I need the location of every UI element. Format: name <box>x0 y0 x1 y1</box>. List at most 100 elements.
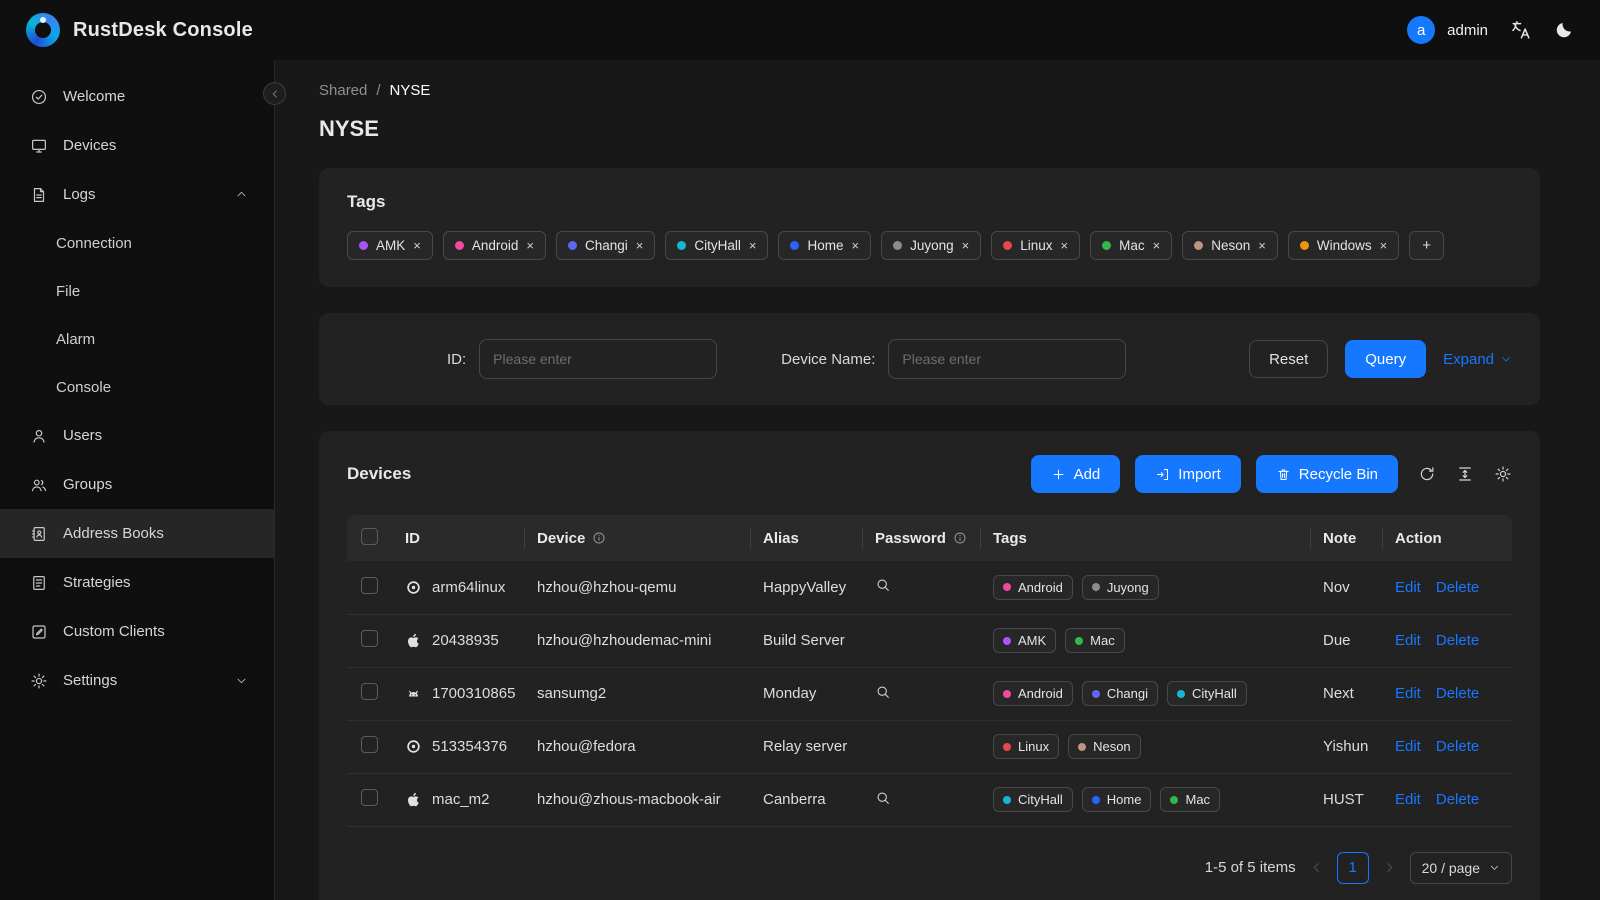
tag-chip-windows[interactable]: Windows × <box>1287 231 1400 260</box>
remove-tag-icon[interactable]: × <box>413 239 421 252</box>
remove-tag-icon[interactable]: × <box>636 239 644 252</box>
column-header-tags[interactable]: Tags <box>981 515 1311 561</box>
add-tag-button[interactable]: + <box>1409 231 1444 260</box>
tag-chip-android: Android <box>993 574 1073 600</box>
view-password-icon[interactable] <box>875 684 891 700</box>
edit-link[interactable]: Edit <box>1395 738 1421 755</box>
column-header-note[interactable]: Note <box>1311 515 1383 561</box>
sidebar-subitem-connection[interactable]: Connection <box>0 219 274 267</box>
settings-gear-icon[interactable] <box>1494 465 1512 483</box>
query-button[interactable]: Query <box>1345 340 1427 378</box>
breadcrumb-current: NYSE <box>389 82 431 99</box>
tag-chip-changi[interactable]: Changi × <box>556 231 656 260</box>
remove-tag-icon[interactable]: × <box>526 239 534 252</box>
delete-link[interactable]: Delete <box>1436 579 1479 596</box>
next-page-icon[interactable] <box>1383 861 1396 874</box>
devices-icon <box>30 137 48 155</box>
view-password-icon[interactable] <box>875 790 891 806</box>
add-device-button[interactable]: Add <box>1030 455 1121 493</box>
sidebar-item-label: Devices <box>63 137 117 154</box>
sidebar-subitem-console[interactable]: Console <box>0 363 274 411</box>
column-header-device[interactable]: Device <box>525 515 751 561</box>
plus-icon <box>1053 469 1063 479</box>
row-checkbox[interactable] <box>361 683 378 700</box>
tag-chip-cityhall[interactable]: CityHall × <box>665 231 769 260</box>
remove-tag-icon[interactable]: × <box>1380 239 1388 252</box>
devices-table: ID Device Alias Password Tags Note Actio… <box>347 515 1512 827</box>
column-header-password[interactable]: Password <box>863 515 981 561</box>
tag-chip-amk[interactable]: AMK × <box>347 231 433 260</box>
remove-tag-icon[interactable]: × <box>852 239 860 252</box>
remove-tag-icon[interactable]: × <box>1061 239 1069 252</box>
sidebar-collapse-button[interactable] <box>263 82 286 105</box>
device-note: Due <box>1311 614 1383 668</box>
import-button[interactable]: Import <box>1135 455 1241 493</box>
page-number[interactable]: 1 <box>1336 851 1369 884</box>
sidebar-item-groups[interactable]: Groups <box>0 460 274 509</box>
sidebar-item-users[interactable]: Users <box>0 411 274 460</box>
row-checkbox[interactable] <box>361 736 378 753</box>
linux-os-icon <box>405 579 422 596</box>
tag-chip-home[interactable]: Home × <box>778 231 872 260</box>
tag-chip-mac[interactable]: Mac × <box>1090 231 1173 260</box>
remove-tag-icon[interactable]: × <box>1153 239 1161 252</box>
tag-chip-linux[interactable]: Linux × <box>991 231 1081 260</box>
id-filter-label: ID: <box>447 350 467 368</box>
sidebar-item-strategies[interactable]: Strategies <box>0 558 274 607</box>
delete-link[interactable]: Delete <box>1436 738 1479 755</box>
breadcrumb-parent[interactable]: Shared <box>319 82 367 99</box>
view-password-icon[interactable] <box>875 577 891 593</box>
tag-color-dot <box>1091 689 1100 698</box>
remove-tag-icon[interactable]: × <box>749 239 757 252</box>
sidebar-item-custom-clients[interactable]: Custom Clients <box>0 607 274 656</box>
delete-link[interactable]: Delete <box>1436 685 1479 702</box>
import-icon <box>1157 468 1169 480</box>
reset-button[interactable]: Reset <box>1249 340 1329 378</box>
tag-chip-juyong[interactable]: Juyong × <box>881 231 982 260</box>
sidebar-item-address-books[interactable]: Address Books <box>0 509 274 558</box>
sidebar-item-settings[interactable]: Settings <box>0 656 274 705</box>
trash-icon <box>1278 469 1289 480</box>
edit-link[interactable]: Edit <box>1395 685 1421 702</box>
device-name-filter-input[interactable] <box>888 339 1127 379</box>
column-height-icon[interactable] <box>1456 465 1474 483</box>
chevron-down-icon <box>1502 357 1510 362</box>
welcome-icon <box>30 88 48 106</box>
translate-icon[interactable] <box>1510 19 1532 41</box>
info-icon[interactable] <box>953 531 967 545</box>
id-filter-input[interactable] <box>479 339 718 379</box>
select-all-checkbox[interactable] <box>361 527 378 545</box>
remove-tag-icon[interactable]: × <box>1258 239 1266 252</box>
edit-link[interactable]: Edit <box>1395 791 1421 808</box>
page-size-select[interactable]: 20 / page <box>1409 851 1512 884</box>
android-os-icon <box>405 685 422 702</box>
sidebar-item-devices[interactable]: Devices <box>0 121 274 170</box>
expand-link[interactable]: Expand <box>1443 351 1512 368</box>
column-header-id[interactable]: ID <box>393 515 525 561</box>
info-icon[interactable] <box>592 531 606 545</box>
edit-link[interactable]: Edit <box>1395 632 1421 649</box>
delete-link[interactable]: Delete <box>1436 632 1479 649</box>
remove-tag-icon[interactable]: × <box>962 239 970 252</box>
refresh-icon[interactable] <box>1418 465 1436 483</box>
recycle-bin-button[interactable]: Recycle Bin <box>1255 455 1398 493</box>
delete-link[interactable]: Delete <box>1436 791 1479 808</box>
edit-link[interactable]: Edit <box>1395 579 1421 596</box>
sidebar: Welcome Devices Logs Connection File Alarm Con… <box>0 60 286 900</box>
avatar[interactable]: a <box>1407 16 1436 44</box>
tag-chip-cityhall: CityHall <box>993 787 1073 812</box>
prev-page-icon[interactable] <box>1310 861 1323 874</box>
row-checkbox[interactable] <box>361 789 378 806</box>
user-name[interactable]: admin <box>1447 22 1488 39</box>
row-checkbox[interactable] <box>361 576 378 594</box>
sidebar-item-logs[interactable]: Logs <box>0 170 274 219</box>
tag-chip-android[interactable]: Android × <box>442 231 546 260</box>
row-checkbox[interactable] <box>361 630 378 647</box>
devices-card-title: Devices <box>347 464 412 483</box>
dark-mode-toggle-icon[interactable] <box>1554 20 1574 40</box>
sidebar-item-welcome[interactable]: Welcome <box>0 72 274 121</box>
tag-chip-neson[interactable]: Neson × <box>1182 231 1278 260</box>
sidebar-subitem-file[interactable]: File <box>0 267 274 315</box>
column-header-alias[interactable]: Alias <box>751 515 863 561</box>
sidebar-subitem-alarm[interactable]: Alarm <box>0 315 274 363</box>
